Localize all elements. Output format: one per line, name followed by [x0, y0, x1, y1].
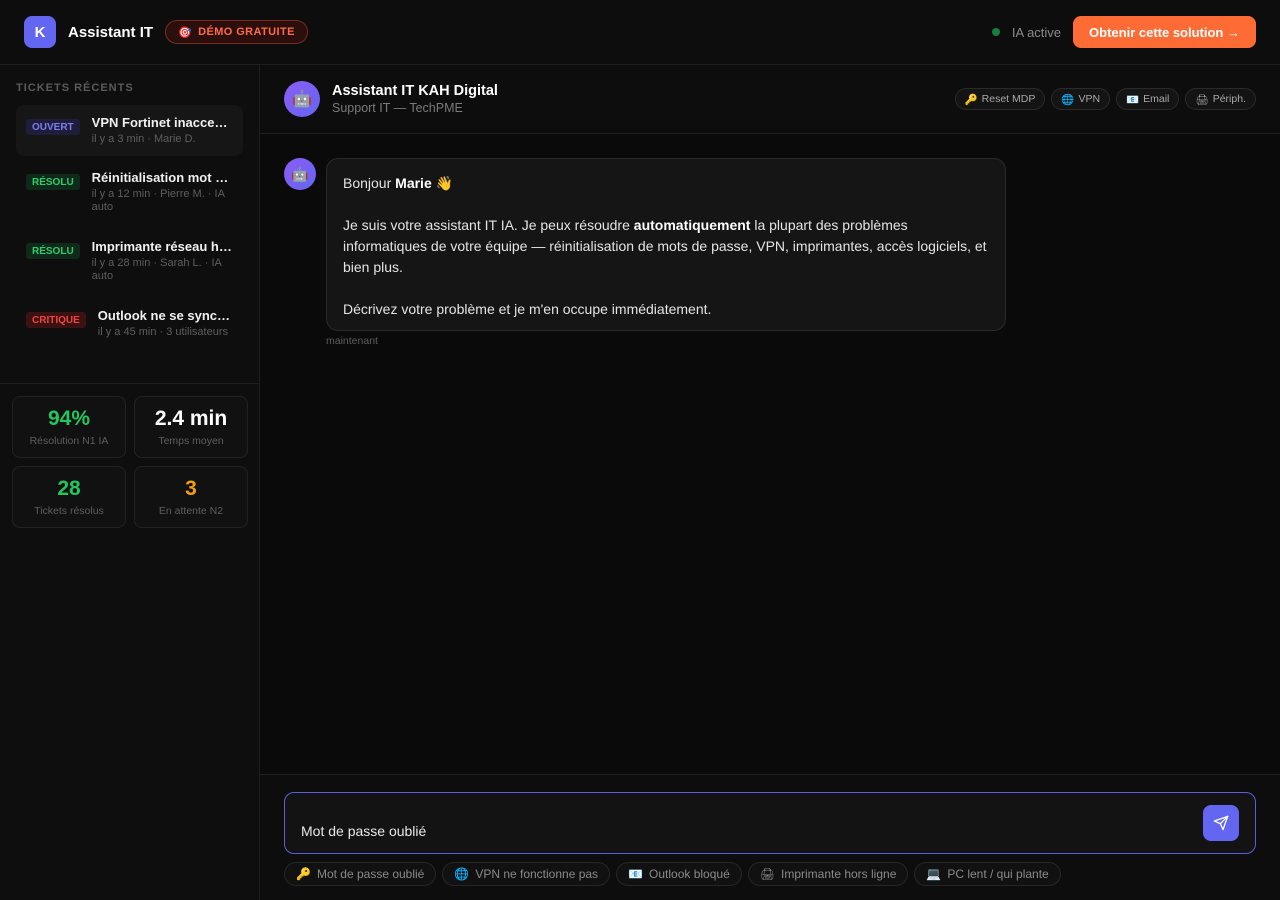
stat-value: 28 — [57, 477, 81, 500]
quick-reply-label: Outlook bloqué — [649, 867, 730, 881]
bot-subtitle: Support IT — TechPME — [332, 101, 463, 115]
printer-icon: 🖨 — [759, 867, 775, 881]
composer: 🔑 Mot de passe oublié 🌐 VPN ne fonctionn… — [260, 774, 1280, 900]
message-input[interactable] — [301, 823, 1181, 839]
quick-reply-printer[interactable]: 🖨 Imprimante hors ligne — [747, 862, 909, 886]
robot-icon: 🤖 — [284, 81, 320, 117]
ticket-title: VPN Fortinet inaccessible — [91, 115, 233, 130]
chat-header: 🤖 Assistant IT KAH Digital Support IT — … — [260, 65, 1280, 134]
stat-card-average-time: 2.4 min Temps moyen — [134, 396, 248, 458]
quick-reply-label: PC lent / qui plante — [947, 867, 1049, 881]
quick-reply-slow-pc[interactable]: 💻 PC lent / qui plante — [914, 862, 1061, 886]
quick-reply-outlook[interactable]: 📧 Outlook bloqué — [616, 862, 742, 886]
ticket-status-badge: OUVERT — [26, 119, 80, 135]
demo-badge-label: DÉMO GRATUITE — [198, 26, 295, 38]
quick-reply-label: Mot de passe oublié — [316, 867, 425, 881]
status-dot-icon — [991, 28, 1000, 36]
message-timestamp: maintenant — [326, 335, 378, 347]
globe-icon: 🌐 — [454, 867, 470, 881]
chip-peripherals[interactable]: 🖨 Périph. — [1185, 88, 1256, 110]
message-paragraph: Je suis votre assistant IT IA. Je peux r… — [343, 217, 987, 275]
quick-reply-password[interactable]: 🔑 Mot de passe oublié — [284, 862, 437, 886]
robot-icon: 🤖 — [284, 158, 316, 190]
stat-card-resolved: 28 Tickets résolus — [12, 466, 126, 528]
stat-card-pending: 3 En attente N2 — [134, 466, 248, 528]
quick-reply-vpn[interactable]: 🌐 VPN ne fonctionne pas — [442, 862, 611, 886]
user-name: Marie — [395, 175, 432, 191]
stat-card-resolution: 94% Résolution N1 IA — [12, 396, 126, 458]
ticket-status-badge: RÉSOLU — [26, 243, 80, 259]
chip-label: VPN — [1078, 93, 1101, 105]
ticket-meta: il y a 3 min · Marie D. — [91, 133, 196, 145]
ticket-item[interactable]: RÉSOLU Imprimante réseau hors ligne il y… — [16, 229, 243, 293]
recent-tickets-heading: TICKETS RÉCENTS — [16, 82, 134, 94]
ai-status-text: IA active — [1011, 24, 1062, 40]
get-solution-button[interactable]: Obtenir cette solution → — [1073, 16, 1256, 48]
app-title: Assistant IT — [68, 23, 154, 41]
quick-replies: 🔑 Mot de passe oublié 🌐 VPN ne fonctionn… — [284, 862, 1061, 886]
ticket-meta: il y a 28 min · Sarah L. · IA auto — [91, 257, 222, 282]
ticket-meta: il y a 45 min · 3 utilisateurs — [97, 326, 228, 338]
demo-badge: 🎯 DÉMO GRATUITE — [165, 20, 308, 44]
target-icon: 🎯 — [178, 26, 193, 39]
message-input-box — [284, 792, 1256, 854]
wave-icon: 👋 — [431, 175, 454, 191]
app-logo: K — [24, 16, 56, 48]
ticket-title: Réinitialisation mot de passe — [91, 170, 233, 185]
sidebar-divider — [0, 383, 259, 384]
laptop-icon: 💻 — [926, 867, 942, 881]
send-icon — [1213, 815, 1229, 831]
stat-label: En attente N2 — [158, 505, 224, 517]
key-icon: 🔑 — [296, 867, 311, 881]
ticket-title: Outlook ne se synchronise plus — [97, 308, 233, 323]
ticket-item[interactable]: CRITIQUE Outlook ne se synchronise plus … — [16, 298, 243, 349]
chip-reset-password[interactable]: 🔑 Reset MDP — [954, 88, 1046, 110]
quick-reply-label: VPN ne fonctionne pas — [475, 867, 599, 881]
envelope-icon: 📧 — [1126, 93, 1140, 106]
stat-value: 94% — [47, 407, 91, 430]
stat-value: 3 — [185, 477, 197, 500]
stat-label: Temps moyen — [158, 435, 224, 447]
send-button[interactable] — [1203, 805, 1239, 841]
printer-icon: 🖨 — [1195, 93, 1209, 106]
chip-label: Email — [1143, 93, 1170, 105]
bot-message-bubble: Bonjour Marie 👋 Je suis votre assistant … — [326, 158, 1006, 331]
ticket-status-badge: CRITIQUE — [26, 312, 86, 328]
envelope-icon: 📧 — [628, 867, 644, 881]
ticket-meta: il y a 12 min · Pierre M. · IA auto — [91, 188, 225, 213]
ticket-item[interactable]: RÉSOLU Réinitialisation mot de passe il … — [16, 160, 243, 224]
ticket-item[interactable]: OUVERT VPN Fortinet inaccessible il y a … — [16, 105, 243, 156]
chip-email[interactable]: 📧 Email — [1116, 88, 1180, 110]
message-greeting: Bonjour Marie 👋 — [343, 175, 454, 191]
stat-value: 2.4 min — [154, 407, 228, 430]
chip-label: Reset MDP — [981, 93, 1036, 105]
globe-icon: 🌐 — [1061, 93, 1075, 106]
bot-name: Assistant IT KAH Digital — [332, 83, 498, 99]
chip-vpn[interactable]: 🌐 VPN — [1051, 88, 1111, 110]
stat-label: Résolution N1 IA — [29, 435, 109, 447]
quick-reply-label: Imprimante hors ligne — [780, 867, 897, 881]
stat-label: Tickets résolus — [34, 505, 104, 517]
sidebar: TICKETS RÉCENTS OUVERT VPN Fortinet inac… — [0, 65, 260, 900]
top-bar: K Assistant IT 🎯 DÉMO GRATUITE IA active… — [0, 0, 1280, 65]
chip-label: Périph. — [1212, 93, 1246, 105]
ticket-title: Imprimante réseau hors ligne — [91, 239, 233, 254]
message-paragraph: Décrivez votre problème et je m'en occup… — [343, 301, 712, 317]
ticket-status-badge: RÉSOLU — [26, 174, 80, 190]
key-icon: 🔑 — [964, 93, 978, 106]
